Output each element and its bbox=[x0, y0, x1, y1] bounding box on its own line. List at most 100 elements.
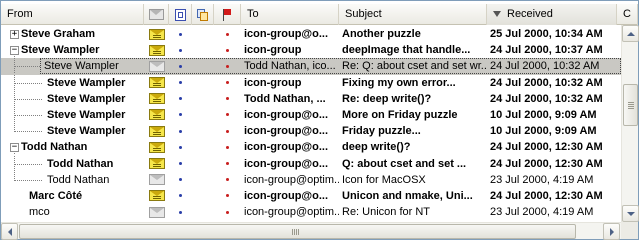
message-row[interactable]: − Todd Nathan icon-group@o... deep write()?… bbox=[1, 139, 621, 156]
attachment-cell bbox=[169, 188, 192, 204]
read-status-cell bbox=[144, 188, 169, 204]
message-row[interactable]: Steve Wampler Todd Nathan, ... Re: deep wr… bbox=[1, 90, 621, 107]
received-cell: 10 Jul 2000, 9:09 AM bbox=[490, 108, 597, 121]
flag-cell[interactable] bbox=[214, 156, 241, 172]
collapse-thread-button[interactable]: − bbox=[10, 46, 19, 56]
subject-cell: More on Friday puzzle bbox=[342, 108, 458, 121]
column-header-received-label: Received bbox=[507, 8, 553, 20]
flag-cell[interactable] bbox=[214, 91, 241, 107]
vertical-scrollbar[interactable] bbox=[621, 25, 639, 222]
column-header-read-status[interactable] bbox=[144, 4, 169, 25]
attachment-cell bbox=[169, 123, 192, 139]
read-status-cell bbox=[144, 42, 169, 58]
grip-line bbox=[628, 108, 634, 109]
message-rows: + Steve Graham icon-group@o... Another puzz… bbox=[1, 26, 621, 222]
attachment-cell bbox=[169, 42, 192, 58]
priority-dot-icon bbox=[179, 178, 182, 182]
message-row[interactable]: Steve Wampler icon-group@o... Friday puzzl… bbox=[1, 123, 621, 139]
to-cell: Todd Nathan, ico... bbox=[244, 60, 336, 73]
priority-dot-icon bbox=[179, 64, 182, 68]
subject-cell: deepImage that handle... bbox=[342, 44, 471, 57]
flag-cell[interactable] bbox=[214, 188, 241, 204]
scroll-right-button[interactable] bbox=[603, 223, 620, 240]
scrollbar-corner bbox=[621, 222, 638, 239]
from-cell: Steve Wampler bbox=[1, 90, 144, 107]
flag-cell[interactable] bbox=[214, 204, 241, 220]
horizontal-scrollbar[interactable] bbox=[1, 222, 621, 240]
column-header-from-label: From bbox=[7, 8, 33, 20]
message-row[interactable]: mco icon-group@optim... Re: Unicon for NT 2… bbox=[1, 204, 621, 220]
grip-line bbox=[296, 229, 297, 235]
column-header-bar: From To Subject Received C bbox=[1, 4, 638, 25]
from-cell: Todd Nathan bbox=[1, 155, 144, 172]
flag-cell[interactable] bbox=[214, 26, 241, 42]
column-header-received[interactable]: Received bbox=[487, 4, 617, 25]
unread-envelope-icon bbox=[148, 44, 165, 56]
flag-icon bbox=[222, 8, 232, 21]
column-header-to[interactable]: To bbox=[241, 4, 339, 25]
read-envelope-icon bbox=[148, 174, 165, 186]
sender-name: Todd Nathan bbox=[21, 141, 88, 154]
to-cell: icon-group@o... bbox=[244, 108, 329, 121]
grip-line bbox=[628, 104, 634, 105]
collapse-thread-button[interactable]: − bbox=[10, 143, 19, 153]
column-header-extra[interactable]: C bbox=[617, 4, 638, 25]
column-header-priority[interactable] bbox=[192, 4, 214, 25]
attachment-cell bbox=[169, 91, 192, 107]
message-row[interactable]: Todd Nathan icon-group@optim... Icon for M… bbox=[1, 171, 621, 188]
column-header-from[interactable]: From bbox=[1, 4, 144, 25]
priority-dot-icon bbox=[179, 32, 182, 36]
to-cell: icon-group@o... bbox=[244, 157, 329, 170]
flag-cell[interactable] bbox=[214, 58, 241, 74]
scroll-up-button[interactable] bbox=[622, 25, 639, 42]
priority-dot-icon bbox=[179, 129, 182, 133]
priority-cell bbox=[192, 204, 214, 220]
priority-cell bbox=[192, 75, 214, 91]
priority-cell bbox=[192, 26, 214, 42]
received-cell: 24 Jul 2000, 12:30 AM bbox=[490, 157, 603, 170]
sender-name: mco bbox=[29, 206, 50, 219]
flag-cell[interactable] bbox=[214, 107, 241, 123]
read-status-cell bbox=[144, 123, 169, 139]
column-header-to-label: To bbox=[247, 8, 259, 20]
flag-cell[interactable] bbox=[214, 123, 241, 139]
sort-descending-icon bbox=[493, 11, 501, 18]
message-row[interactable]: Steve Wampler icon-group@o... More on Frid… bbox=[1, 106, 621, 123]
message-row[interactable]: Todd Nathan icon-group@o... Q: about cset … bbox=[1, 155, 621, 172]
from-cell: Steve Wampler bbox=[1, 74, 144, 91]
horizontal-scroll-thumb[interactable] bbox=[19, 224, 576, 239]
column-header-subject[interactable]: Subject bbox=[339, 4, 487, 25]
read-envelope-icon bbox=[148, 206, 165, 218]
message-row[interactable]: − Steve Wampler icon-group deepImage that h… bbox=[1, 42, 621, 59]
flag-cell[interactable] bbox=[214, 139, 241, 155]
attachment-cell bbox=[169, 139, 192, 155]
subject-cell: Re: Unicon for NT bbox=[342, 206, 431, 219]
read-status-cell bbox=[144, 139, 169, 155]
message-row[interactable]: Steve Wampler icon-group Fixing my own err… bbox=[1, 74, 621, 91]
column-header-attachment[interactable] bbox=[169, 4, 192, 25]
sender-name: Steve Graham bbox=[21, 28, 95, 40]
message-row[interactable]: Marc Côté icon-group@o... Unicon and nmake… bbox=[1, 188, 621, 204]
expand-thread-button[interactable]: + bbox=[10, 30, 19, 39]
priority-cell bbox=[192, 123, 214, 139]
scroll-down-button[interactable] bbox=[622, 205, 639, 222]
flag-cell[interactable] bbox=[214, 75, 241, 91]
priority-cell bbox=[192, 156, 214, 172]
scroll-left-button[interactable] bbox=[1, 223, 18, 240]
message-row[interactable]: + Steve Graham icon-group@o... Another puzz… bbox=[1, 26, 621, 42]
unread-envelope-icon bbox=[148, 125, 165, 137]
flag-cell[interactable] bbox=[214, 42, 241, 58]
flag-dot-icon bbox=[226, 97, 229, 101]
tree-line bbox=[14, 98, 42, 100]
sender-name: Steve Wampler bbox=[47, 92, 126, 105]
vertical-scroll-thumb[interactable] bbox=[623, 84, 638, 126]
attachment-cell bbox=[169, 156, 192, 172]
to-cell: icon-group bbox=[244, 76, 302, 89]
received-cell: 10 Jul 2000, 9:09 AM bbox=[490, 125, 597, 138]
subject-cell: Re: deep write()? bbox=[342, 92, 432, 105]
sender-name: Steve Wampler bbox=[47, 76, 126, 89]
from-cell: − Steve Wampler bbox=[1, 42, 144, 59]
column-header-flag[interactable] bbox=[214, 4, 241, 25]
message-row[interactable]: Steve Wampler Todd Nathan, ico... Re: Q: a… bbox=[1, 58, 621, 75]
flag-cell[interactable] bbox=[214, 172, 241, 188]
